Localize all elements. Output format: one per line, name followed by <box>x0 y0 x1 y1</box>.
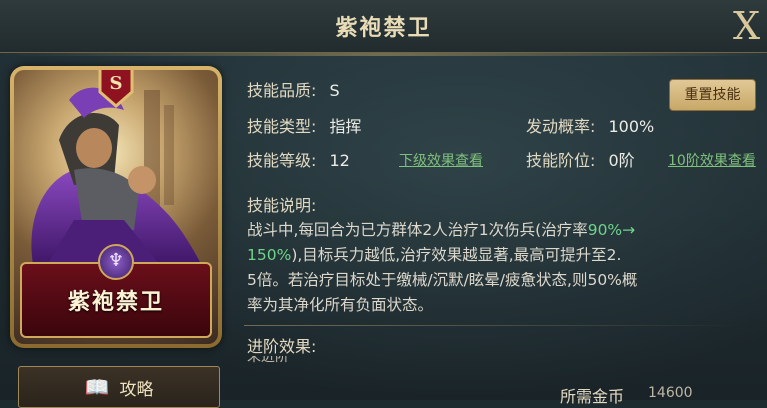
quality-label: 技能品质: <box>247 81 317 100</box>
stage-label: 技能阶位: <box>526 151 596 170</box>
level-row: 技能等级: 12 <box>247 147 350 171</box>
advanced-partial: 未进阶 <box>247 356 289 364</box>
level-label: 技能等级: <box>247 151 317 170</box>
quality-value: S <box>329 81 340 100</box>
desc-part1: 战斗中,每回合为已方群体2人治疗1次伤兵(治疗率 <box>247 221 588 239</box>
level-value: 12 <box>329 151 350 170</box>
stage-value: 0阶 <box>608 151 635 170</box>
header-bar: 紫袍禁卫 X <box>0 0 767 56</box>
desc-line4: 率为其净化所有负面状态。 <box>247 296 434 314</box>
description-heading: 技能说明: <box>247 196 317 215</box>
type-label: 技能类型: <box>247 117 317 136</box>
card-art-frame: S ♆ 紫袍禁卫 <box>14 70 218 344</box>
trigger-row: 发动概率: 100% <box>526 113 654 137</box>
desc-line3: 5倍。若治疗目标处于缴械/沉默/眩晕/疲惫状态,则50%概 <box>247 271 638 289</box>
trigger-value: 100% <box>608 117 655 136</box>
cost-value: 14600 <box>648 385 693 401</box>
lower-effect-link[interactable]: 下级效果查看 <box>399 150 483 170</box>
desc-highlight-1: 90%→ <box>587 221 636 239</box>
close-button[interactable]: X <box>733 4 767 48</box>
cost-label: 所需金币 <box>560 387 625 406</box>
desc-highlight-2: 150% <box>247 246 292 264</box>
grade-badge: S <box>98 70 134 108</box>
stage10-effect-link[interactable]: 10阶效果查看 <box>668 150 756 170</box>
description-text: 战斗中,每回合为已方群体2人治疗1次伤兵(治疗率90%→ 150%),目标兵力越… <box>247 218 757 318</box>
card-name-panel: ♆ 紫袍禁卫 <box>20 244 212 338</box>
trigger-label: 发动概率: <box>526 117 596 136</box>
quality-row: 技能品质: S <box>247 77 340 101</box>
trident-icon: ♆ <box>98 244 134 280</box>
page-title: 紫袍禁卫 <box>335 16 432 41</box>
guide-button[interactable]: 📖 攻略 <box>18 366 220 408</box>
reset-skill-button[interactable]: 重置技能 <box>669 79 756 111</box>
advanced-heading: 进阶效果: <box>247 337 317 356</box>
advanced-partial-text: 未进阶 <box>247 356 307 364</box>
book-icon: 📖 <box>84 375 110 399</box>
type-row: 技能类型: 指挥 <box>247 113 362 137</box>
desc-part2: ),目标兵力越低,治疗效果越显著,最高可提升至2. <box>291 246 622 264</box>
guide-label: 攻略 <box>119 379 154 400</box>
stage-row: 技能阶位: 0阶 <box>526 147 635 171</box>
divider <box>244 325 744 326</box>
type-value: 指挥 <box>329 117 362 136</box>
skill-card: S ♆ 紫袍禁卫 <box>10 66 222 348</box>
card-name: 紫袍禁卫 <box>67 290 164 315</box>
grade-text: S <box>110 73 123 94</box>
